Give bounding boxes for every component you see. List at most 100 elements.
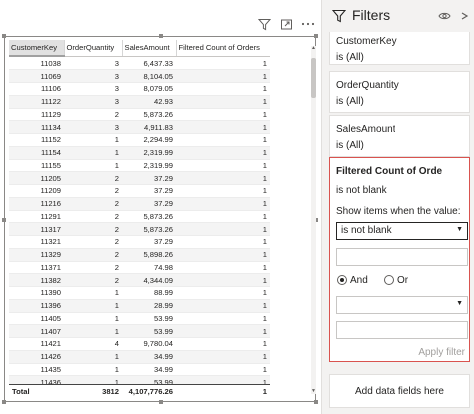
collapse-icon[interactable] [458,9,472,23]
filter-card-customerkey[interactable]: CustomerKey is (All) [329,32,470,65]
cell-orderquantity: 1 [64,375,122,384]
cell-customerkey: 11106 [9,82,64,96]
table-row: 11038 3 6,437.33 1 [9,57,270,71]
and-radio[interactable] [337,275,347,285]
resize-handle[interactable] [2,34,6,38]
condition-select[interactable]: is not blank ▼ [336,222,468,240]
filter-value-input[interactable] [336,248,468,266]
cell-filtered-count: 1 [176,108,270,122]
pane-title: Filters [352,7,391,23]
or-label: Or [397,275,409,286]
resize-handle[interactable] [314,34,318,38]
cell-filtered-count: 1 [176,210,270,224]
cell-orderquantity: 1 [64,350,122,364]
cell-salesamount: 5,898.26 [122,248,176,262]
cell-customerkey: 11317 [9,222,64,236]
cell-filtered-count: 1 [176,159,270,173]
cell-filtered-count: 1 [176,248,270,262]
cell-customerkey: 11209 [9,184,64,198]
filter-value2-input[interactable] [336,321,468,339]
filter-card-title: OrderQuantity [336,80,399,91]
table-row: 11426 1 34.99 1 [9,350,270,364]
table-row: 11405 1 53.99 1 [9,312,270,326]
chevron-up-icon[interactable]: ▲ [311,46,316,51]
table-row: 11371 2 74.98 1 [9,261,270,275]
cell-salesamount: 53.99 [122,324,176,338]
cell-filtered-count: 1 [176,95,270,109]
more-options-icon[interactable] [300,16,316,32]
column-header-orderquantity[interactable]: OrderQuantity [64,40,123,57]
column-header-customerkey[interactable]: CustomerKey [9,40,65,57]
filter-card-orderquantity[interactable]: OrderQuantity is (All) [329,71,470,113]
resize-handle[interactable] [159,34,163,38]
filter-card-state: is (All) [336,52,364,63]
cell-orderquantity: 1 [64,299,122,313]
table-row: 11122 3 42.93 1 [9,95,270,109]
chevron-down-icon[interactable]: ▼ [311,389,316,394]
cell-salesamount: 28.99 [122,299,176,313]
cell-filtered-count: 1 [176,273,270,287]
data-table: CustomerKey OrderQuantity SalesAmount Fi… [9,40,270,398]
table-row: 11329 2 5,898.26 1 [9,248,270,262]
cell-filtered-count: 1 [176,222,270,236]
resize-handle[interactable] [159,400,163,404]
table-row: 11421 4 9,780.04 1 [9,337,270,351]
eye-icon[interactable] [437,9,451,23]
cell-customerkey: 11038 [9,57,64,71]
cell-filtered-count: 1 [176,235,270,249]
table-row: 11129 2 5,873.26 1 [9,108,270,122]
filter-card-title: Filtered Count of Orde [336,166,443,177]
cell-salesamount: 88.99 [122,286,176,300]
filter-card-state: is not blank [336,185,387,196]
filter-card-state: is (All) [336,96,364,107]
condition2-select[interactable]: ▼ [336,296,468,314]
cell-customerkey: 11122 [9,95,64,109]
cell-customerkey: 11134 [9,120,64,134]
cell-salesamount: 4,911.83 [122,120,176,134]
cell-salesamount: 8,079.05 [122,82,176,96]
cell-filtered-count: 1 [176,261,270,275]
filter-card-salesamount[interactable]: SalesAmount is (All) [329,115,470,157]
table-row: 11435 1 34.99 1 [9,363,270,377]
total-salesamount: 4,107,776.26 [122,384,176,398]
resize-handle[interactable] [2,218,6,222]
table-row: 11152 1 2,294.99 1 [9,133,270,147]
cell-orderquantity: 1 [64,133,122,147]
cell-filtered-count: 1 [176,286,270,300]
cell-orderquantity: 2 [64,261,122,275]
cell-salesamount: 37.29 [122,197,176,211]
filter-icon[interactable] [256,16,272,32]
add-data-fields-drop-zone[interactable]: Add data fields here [329,374,470,408]
table-row: 11069 3 8,104.05 1 [9,69,270,83]
cell-orderquantity: 2 [64,171,122,185]
filter-card-title: SalesAmount [336,124,396,135]
cell-customerkey: 11329 [9,248,64,262]
filters-pane: Filters CustomerKey is (All) OrderQuanti… [321,0,474,414]
cell-customerkey: 11405 [9,312,64,326]
or-radio[interactable] [384,275,394,285]
resize-handle[interactable] [2,400,6,404]
table-row: 11134 3 4,911.83 1 [9,120,270,134]
table-visual[interactable]: CustomerKey OrderQuantity SalesAmount Fi… [2,34,318,404]
cell-orderquantity: 1 [64,159,122,173]
resize-handle[interactable] [314,400,318,404]
cell-filtered-count: 1 [176,133,270,147]
vertical-scrollbar[interactable]: ▲ ▼ [311,46,316,394]
total-orderquantity: 3812 [64,384,122,398]
cell-customerkey: 11291 [9,210,64,224]
table-row: 11321 2 37.29 1 [9,235,270,249]
cell-customerkey: 11069 [9,69,64,83]
focus-mode-icon[interactable] [278,16,294,32]
cell-orderquantity: 3 [64,57,122,71]
column-header-salesamount[interactable]: SalesAmount [122,40,177,57]
cell-filtered-count: 1 [176,363,270,377]
cell-orderquantity: 1 [64,146,122,160]
cell-salesamount: 42.93 [122,95,176,109]
column-header-filtered-count[interactable]: Filtered Count of Orders [176,40,270,57]
apply-filter-button[interactable]: Apply filter [418,347,465,358]
cell-orderquantity: 4 [64,337,122,351]
scroll-thumb[interactable] [311,58,316,98]
filter-card-filtered-count[interactable]: Filtered Count of Orde is not blank Show… [329,157,470,362]
cell-orderquantity: 3 [64,120,122,134]
cell-salesamount: 9,780.04 [122,337,176,351]
